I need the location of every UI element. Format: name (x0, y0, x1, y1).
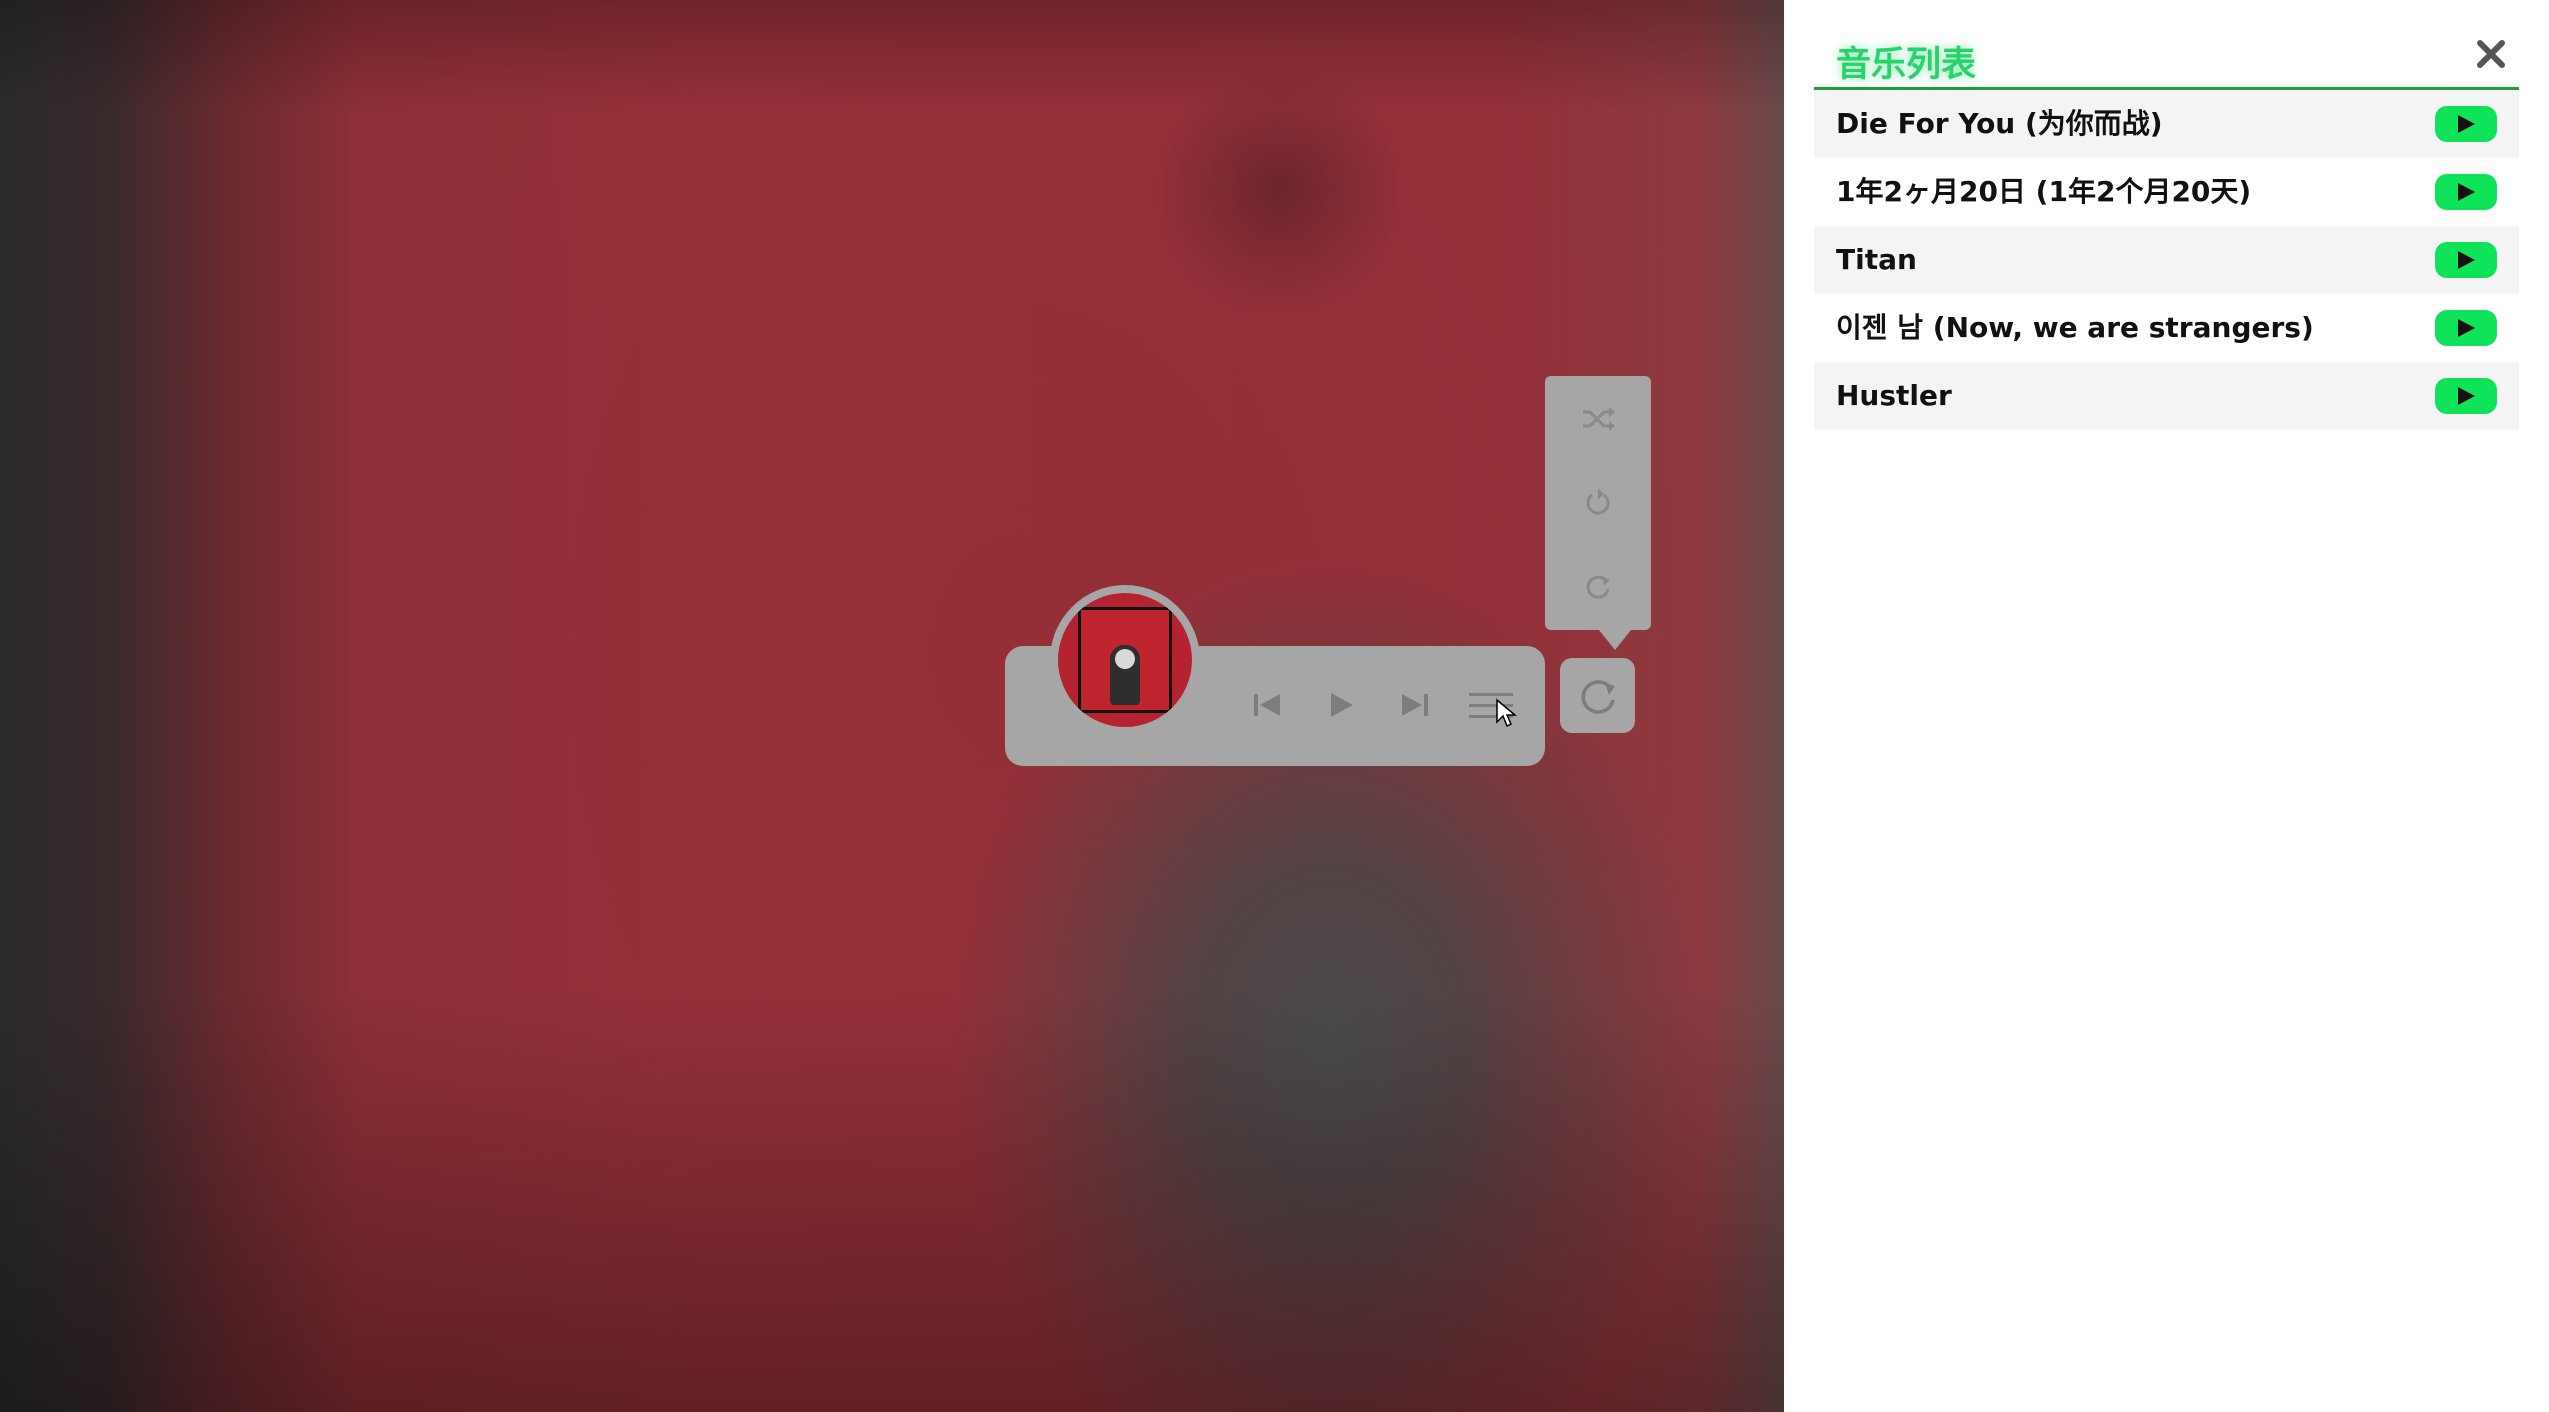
skip-previous-icon (1254, 694, 1280, 716)
song-play-button[interactable] (2435, 174, 2497, 210)
song-play-button[interactable] (2435, 242, 2497, 278)
background-shadow (1150, 60, 1410, 320)
shuffle-option[interactable] (1573, 394, 1623, 444)
song-row[interactable]: Titan (1814, 226, 2519, 294)
album-disc[interactable] (1050, 585, 1200, 735)
play-button[interactable] (1316, 680, 1366, 730)
loop-single-icon (1586, 488, 1610, 515)
next-button[interactable] (1390, 680, 1440, 730)
song-play-button[interactable] (2435, 106, 2497, 142)
mouse-cursor-icon (1496, 698, 1517, 728)
play-icon (2458, 319, 2475, 337)
playlist-header: 音乐列表 (1814, 24, 2519, 90)
song-play-button[interactable] (2435, 310, 2497, 346)
play-mode-button[interactable] (1560, 658, 1635, 733)
song-row[interactable]: 1年2ヶ月20日 (1年2个月20天) (1814, 158, 2519, 226)
song-title: Die For You (为你而战) (1836, 107, 2163, 140)
loop-all-icon (1586, 575, 1610, 599)
prev-button[interactable] (1242, 680, 1292, 730)
play-icon (1331, 693, 1353, 717)
close-icon (2477, 40, 2505, 68)
song-title: Titan (1836, 243, 1917, 276)
playlist-title: 音乐列表 (1836, 45, 1977, 85)
loop-all-option[interactable] (1573, 562, 1623, 612)
loop-single-option[interactable] (1573, 478, 1623, 528)
repeat-circle-icon (1581, 679, 1615, 714)
song-list: Die For You (为你而战) 1年2ヶ月20日 (1年2个月20天) T… (1814, 90, 2519, 430)
play-icon (2458, 387, 2475, 405)
song-row[interactable]: Hustler (1814, 362, 2519, 430)
song-row[interactable]: Die For You (为你而战) (1814, 90, 2519, 158)
close-button[interactable] (2469, 32, 2513, 76)
shuffle-icon (1583, 407, 1615, 431)
play-mode-popup (1545, 376, 1651, 650)
song-title: 이젠 남 (Now, we are strangers) (1836, 311, 2314, 344)
song-title: Hustler (1836, 379, 1952, 412)
play-icon (2458, 115, 2475, 133)
album-cover-icon (1058, 593, 1192, 727)
song-row[interactable]: 이젠 남 (Now, we are strangers) (1814, 294, 2519, 362)
play-icon (2458, 183, 2475, 201)
song-play-button[interactable] (2435, 378, 2497, 414)
playlist-panel: 音乐列表 Die For You (为你而战) 1年2ヶ月20日 (1年2个月2… (1784, 0, 2549, 1412)
song-title: 1年2ヶ月20日 (1年2个月20天) (1836, 175, 2252, 208)
skip-next-icon (1402, 694, 1428, 716)
play-icon (2458, 251, 2475, 269)
